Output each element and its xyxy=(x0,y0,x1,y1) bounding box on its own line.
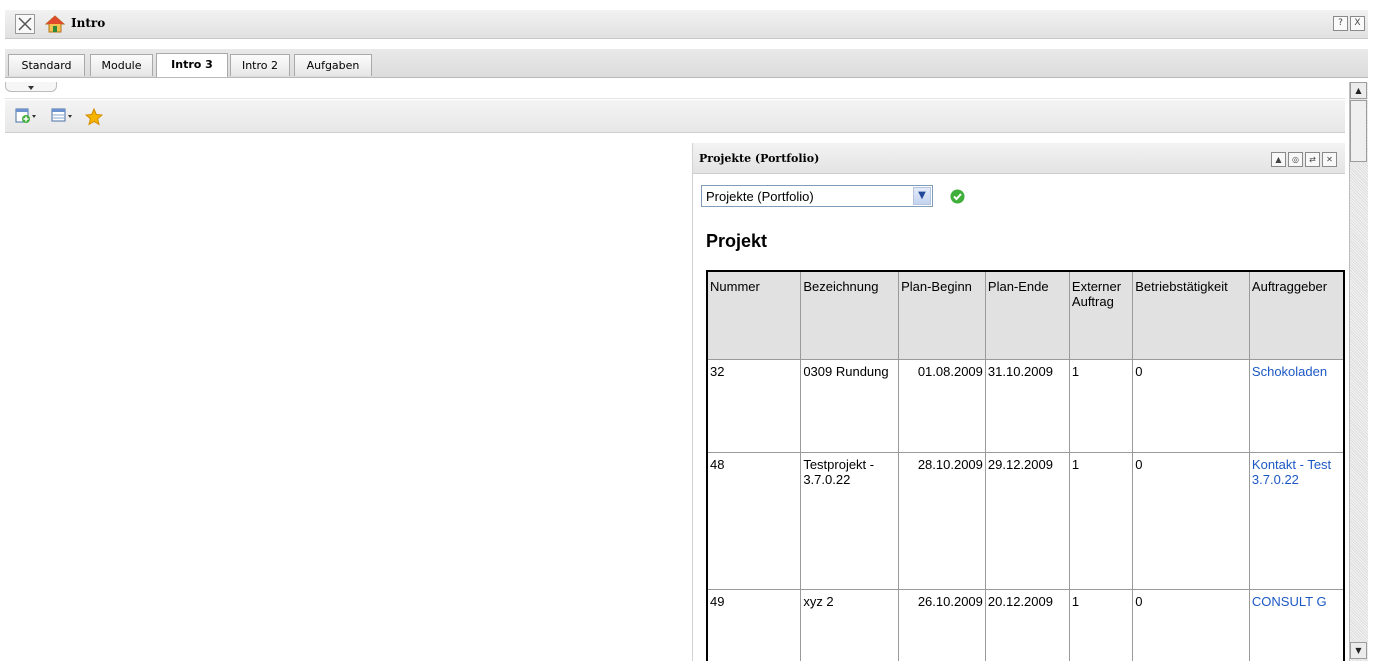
tab-standard[interactable]: Standard xyxy=(8,54,85,76)
column-header[interactable]: Bezeichnung xyxy=(800,270,900,360)
layout-icon[interactable] xyxy=(51,108,75,124)
cell-nummer: 32 xyxy=(706,359,802,453)
section-heading: Projekt xyxy=(706,231,768,251)
cell-bezeichnung: 0309 Rundung xyxy=(800,359,900,453)
favorite-star-icon[interactable] xyxy=(85,108,103,126)
tab-module[interactable]: Module xyxy=(90,54,153,76)
projects-portlet: Projekte (Portfolio) ▲ ◎ ⇄ ✕ Projekte (P… xyxy=(692,143,1345,661)
scrollbar-thumb[interactable] xyxy=(1350,100,1367,162)
chevron-down-icon xyxy=(28,86,34,90)
column-header[interactable]: Plan-Ende xyxy=(984,270,1070,360)
cell-externer-auftrag: 1 xyxy=(1068,589,1134,661)
cell-nummer: 49 xyxy=(706,589,802,661)
close-icon[interactable]: ✕ xyxy=(1322,152,1337,167)
column-header[interactable]: Nummer xyxy=(706,270,802,360)
auftraggeber-link[interactable]: CONSULT G xyxy=(1248,589,1345,661)
portfolio-select[interactable]: Projekte (Portfolio) ▼ xyxy=(701,185,933,207)
portlet-header: Projekte (Portfolio) ▲ ◎ ⇄ ✕ xyxy=(693,143,1345,174)
tab-intro-3[interactable]: Intro 3 xyxy=(156,53,228,77)
close-tab-icon[interactable] xyxy=(15,14,35,34)
cell-plan-ende: 20.12.2009 xyxy=(984,589,1070,661)
window-titlebar: Intro ? X xyxy=(5,10,1368,39)
collapse-strip xyxy=(5,82,1345,99)
window-controls: ? X xyxy=(1333,16,1365,31)
portlet-controls: ▲ ◎ ⇄ ✕ xyxy=(1271,152,1337,167)
cell-externer-auftrag: 1 xyxy=(1068,359,1134,453)
projects-table: Nummer Bezeichnung Plan-Beginn Plan-Ende… xyxy=(706,270,1345,661)
scroll-down-icon[interactable]: ▼ xyxy=(1350,642,1367,659)
portfolio-select-value: Projekte (Portfolio) xyxy=(706,189,814,204)
collapse-icon[interactable]: ▲ xyxy=(1271,152,1286,167)
cell-externer-auftrag: 1 xyxy=(1068,452,1134,590)
auftraggeber-link[interactable]: Kontakt - Test 3.7.0.22 xyxy=(1248,452,1345,590)
chevron-down-icon[interactable]: ▼ xyxy=(913,187,931,205)
cell-plan-beginn: 26.10.2009 xyxy=(898,589,986,661)
window-title: Intro xyxy=(71,16,106,30)
column-header[interactable]: Betriebstätigkeit xyxy=(1132,270,1250,360)
table-row[interactable]: 49 xyz 2 26.10.2009 20.12.2009 1 0 CONSU… xyxy=(706,589,1345,661)
cell-nummer: 48 xyxy=(706,452,802,590)
help-button[interactable]: ? xyxy=(1333,16,1348,31)
tab-intro-2[interactable]: Intro 2 xyxy=(230,54,290,76)
refresh-icon[interactable]: ⇄ xyxy=(1305,152,1320,167)
add-portlet-icon[interactable] xyxy=(15,108,39,124)
close-window-button[interactable]: X xyxy=(1350,16,1365,31)
cell-bezeichnung: xyz 2 xyxy=(800,589,900,661)
tab-aufgaben[interactable]: Aufgaben xyxy=(294,54,372,76)
cell-betriebstaetigkeit: 0 xyxy=(1132,359,1250,453)
home-icon[interactable] xyxy=(45,14,65,34)
portlet-title: Projekte (Portfolio) xyxy=(699,152,820,165)
cell-plan-beginn: 28.10.2009 xyxy=(898,452,986,590)
column-header[interactable]: Plan-Beginn xyxy=(898,270,986,360)
column-header[interactable]: Auftraggeber xyxy=(1248,270,1345,360)
table-row[interactable]: 32 0309 Rundung 01.08.2009 31.10.2009 1 … xyxy=(706,359,1345,453)
cell-plan-beginn: 01.08.2009 xyxy=(898,359,986,453)
collapse-handle[interactable] xyxy=(5,82,57,92)
auftraggeber-link[interactable]: Schokoladen xyxy=(1248,359,1345,453)
cell-betriebstaetigkeit: 0 xyxy=(1132,452,1250,590)
table-header-row: Nummer Bezeichnung Plan-Beginn Plan-Ende… xyxy=(706,270,1345,360)
toolbar xyxy=(5,100,1345,133)
cell-bezeichnung: Testprojekt - 3.7.0.22 xyxy=(800,452,900,590)
cell-plan-ende: 31.10.2009 xyxy=(984,359,1070,453)
table-row[interactable]: 48 Testprojekt - 3.7.0.22 28.10.2009 29.… xyxy=(706,452,1345,590)
apply-ok-icon[interactable] xyxy=(950,189,965,204)
cell-plan-ende: 29.12.2009 xyxy=(984,452,1070,590)
scroll-up-icon[interactable]: ▲ xyxy=(1350,82,1367,99)
settings-icon[interactable]: ◎ xyxy=(1288,152,1303,167)
tab-bar: Standard Module Intro 3 Intro 2 Aufgaben xyxy=(5,49,1368,78)
column-header[interactable]: Externer Auftrag xyxy=(1068,270,1134,360)
cell-betriebstaetigkeit: 0 xyxy=(1132,589,1250,661)
vertical-scrollbar[interactable]: ▲ ▼ xyxy=(1349,82,1368,661)
